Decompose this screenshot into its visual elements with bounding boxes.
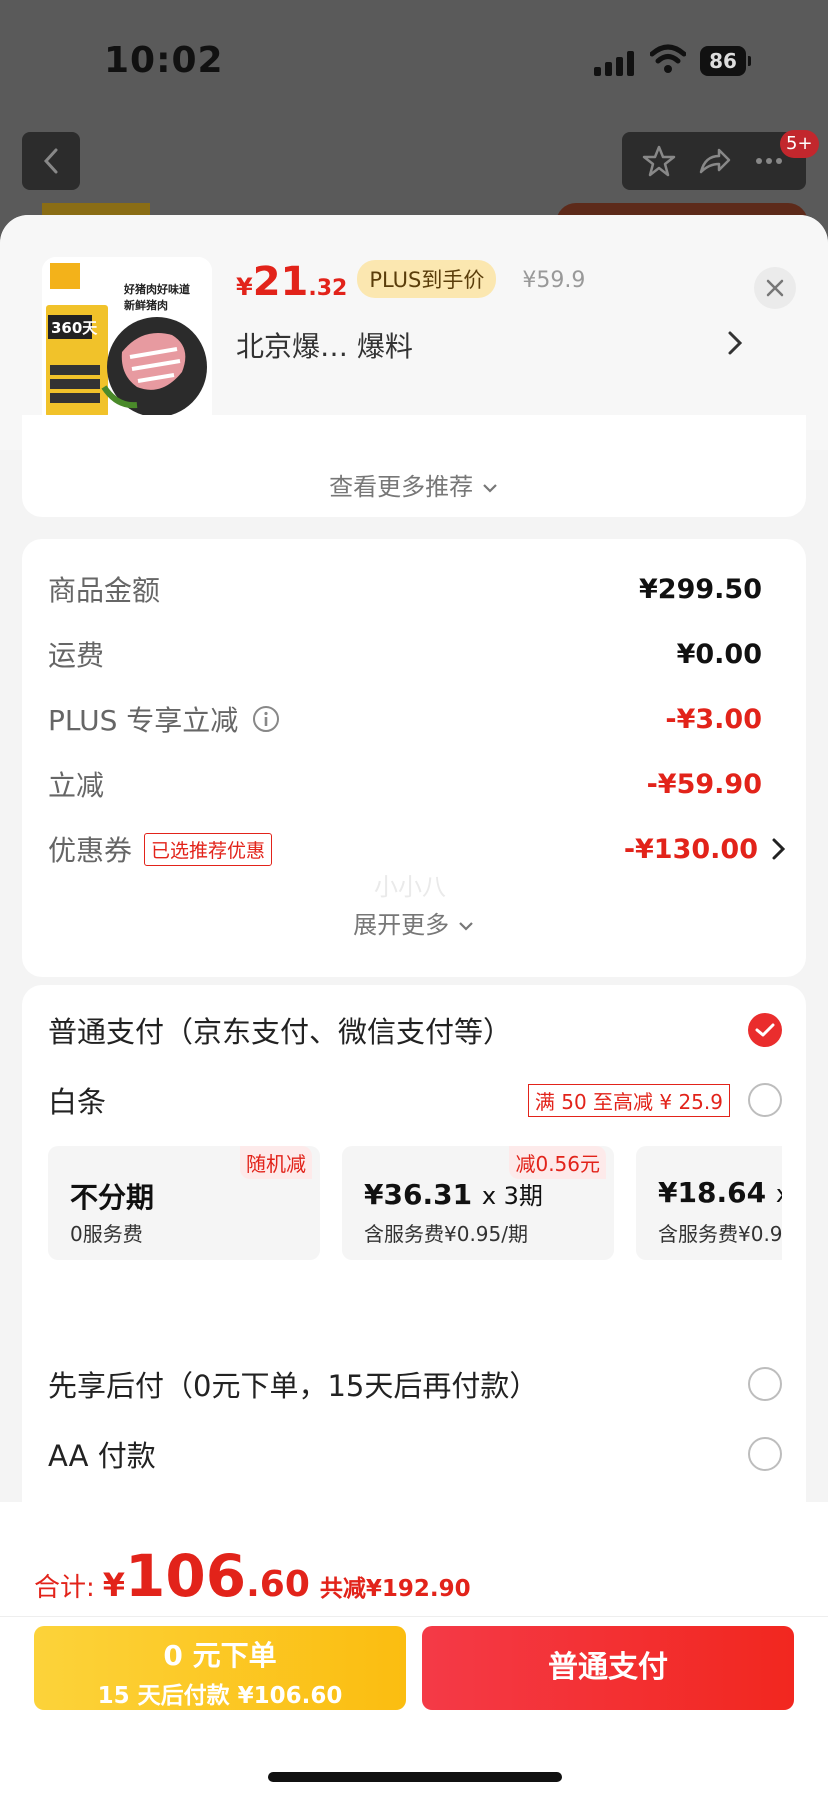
total-decimal: .60 (246, 1564, 310, 1605)
installment-options[interactable]: 随机减 不分期 0服务费 减0.56元 ¥36.31 x 3期 含服务费¥0.9… (48, 1142, 782, 1260)
chevron-left-icon (43, 148, 58, 174)
product-thumbnail: 360天 好猪肉好味道 新鲜猪肉 (42, 257, 212, 427)
chevron-down-icon (459, 922, 473, 931)
recommend-card: 查看更多推荐 (22, 415, 806, 517)
amount-value: ¥0.00 (676, 638, 762, 670)
amount-label: 优惠券 (48, 834, 133, 867)
amount-value: -¥3.00 (665, 703, 762, 735)
battery-indicator: 86 (700, 46, 751, 76)
amount-value: -¥130.00 (623, 833, 758, 865)
divider (0, 1616, 828, 1617)
total-line: 合计: ¥ 106 .60 共减¥192.90 (34, 1542, 471, 1610)
pay-option-later[interactable]: 先享后付（0元下单，15天后再付款） (48, 1361, 782, 1407)
total-saved: 共减¥192.90 (319, 1576, 471, 1602)
close-icon (766, 279, 784, 297)
wifi-icon (650, 44, 686, 73)
chevron-right-icon[interactable] (722, 329, 746, 357)
expand-more-link[interactable]: 展开更多 (22, 905, 806, 940)
thumb-days: 360天 (51, 319, 98, 337)
amount-label: 运费 (48, 639, 105, 672)
close-button[interactable] (754, 267, 796, 309)
radio-unchecked[interactable] (748, 1367, 782, 1401)
pay-option-normal[interactable]: 普通支付（京东支付、微信支付等） (48, 1007, 782, 1053)
installment-badge: 减0.56元 (509, 1146, 606, 1179)
amount-row-shipping: 运费 ¥0.00 (48, 634, 788, 674)
total-symbol: ¥ (102, 1566, 126, 1604)
payment-card: 普通支付（京东支付、微信支付等） 白条 满 50 至高减 ¥ 25.9 随机减 … (22, 985, 806, 1585)
nav-actions (622, 132, 806, 190)
check-icon (755, 1023, 775, 1037)
amount-row-plus: PLUS 专享立减 -¥3.00 (48, 699, 788, 739)
installment-sub: 含服务费¥0.9 (658, 1222, 782, 1246)
installment-sub: 0服务费 (70, 1222, 143, 1246)
notification-badge: 5+ (780, 130, 819, 158)
baitiao-promo-tag: 满 50 至高减 ¥ 25.9 (527, 1083, 730, 1117)
installment-title: ¥18.64 x 6 (658, 1176, 782, 1209)
installment-card[interactable]: ¥18.64 x 6 含服务费¥0.9 (636, 1146, 782, 1260)
pay-option-aa[interactable]: AA 付款 (48, 1431, 782, 1477)
pay-option-label: 白条 (48, 1085, 107, 1119)
share-icon[interactable] (697, 144, 731, 178)
info-icon[interactable] (252, 705, 280, 733)
expand-more-label: 展开更多 (353, 911, 450, 939)
pay-option-label: 先享后付（0元下单，15天后再付款） (48, 1369, 539, 1403)
installment-amount: ¥18.64 (658, 1176, 767, 1209)
original-price: ¥59.9 (522, 268, 586, 293)
installment-card[interactable]: 随机减 不分期 0服务费 (48, 1146, 320, 1260)
chevron-right-icon[interactable] (768, 835, 788, 863)
installment-badge: 随机减 (240, 1146, 312, 1179)
amount-card: 商品金额 ¥299.50 运费 ¥0.00 PLUS 专享立减 -¥3.00 立… (22, 539, 806, 977)
back-button[interactable] (22, 132, 80, 190)
more-recommend-label: 查看更多推荐 (329, 473, 474, 501)
price-line: ¥ 21 .32 PLUS到手价 ¥59.9 (236, 259, 585, 306)
installment-card[interactable]: 减0.56元 ¥36.31 x 3期 含服务费¥0.95/期 (342, 1146, 614, 1260)
product-name[interactable]: 北京爆… 爆料 (236, 325, 413, 365)
watermark: 小小八 (374, 873, 446, 901)
status-time: 10:02 (104, 40, 224, 81)
amount-row-coupon[interactable]: 优惠券 已选推荐优惠 -¥130.00 (48, 829, 788, 869)
checkout-bar: 合计: ¥ 106 .60 共减¥192.90 0 元下单 15 天后付款 ¥1… (0, 1502, 828, 1796)
thumb-subline: 新鲜猪肉 (124, 298, 168, 312)
pay-option-label: AA 付款 (48, 1439, 156, 1473)
cellular-signal-icon (594, 50, 636, 76)
radio-unchecked[interactable] (748, 1437, 782, 1471)
amount-row-discount: 立减 -¥59.90 (48, 764, 788, 804)
total-label: 合计: (34, 1573, 95, 1603)
pay-later-line1: 0 元下单 (163, 1639, 277, 1672)
amount-value: ¥299.50 (639, 573, 762, 605)
total-integer: 106 (125, 1542, 247, 1610)
product-image: 360天 好猪肉好味道 新鲜猪肉 (42, 257, 212, 427)
chevron-down-icon (483, 484, 497, 493)
installment-times: x 3期 (481, 1182, 543, 1210)
amount-label: PLUS 专享立减 (48, 704, 239, 737)
home-indicator (268, 1772, 562, 1782)
thumb-headline: 好猪肉好味道 (123, 282, 190, 296)
installment-title: ¥36.31 x 3期 (364, 1176, 543, 1211)
amount-label: 商品金额 (48, 574, 161, 607)
installment-sub: 含服务费¥0.95/期 (364, 1222, 528, 1246)
installment-amount: ¥36.31 (364, 1178, 473, 1211)
price-symbol: ¥ (236, 273, 253, 301)
plus-price-tag: PLUS到手价 (357, 260, 497, 298)
star-icon[interactable] (642, 144, 676, 178)
status-bar: 10:02 86 (0, 0, 828, 120)
amount-value: -¥59.90 (646, 768, 762, 800)
pay-later-button[interactable]: 0 元下单 15 天后付款 ¥106.60 (34, 1626, 406, 1710)
pay-later-line2: 15 天后付款 ¥106.60 (97, 1683, 343, 1709)
normal-pay-button[interactable]: 普通支付 (422, 1626, 794, 1710)
amount-label: 立减 (48, 769, 105, 802)
coupon-tag: 已选推荐优惠 (144, 832, 273, 866)
amount-row-goods: 商品金额 ¥299.50 (48, 569, 788, 609)
installment-times: x 6 (776, 1180, 782, 1208)
more-recommend-link[interactable]: 查看更多推荐 (22, 467, 806, 502)
radio-unchecked[interactable] (748, 1083, 782, 1117)
pay-option-label: 普通支付（京东支付、微信支付等） (48, 1015, 513, 1049)
installment-title: 不分期 (70, 1181, 155, 1214)
pay-option-baitiao[interactable]: 白条 满 50 至高减 ¥ 25.9 (48, 1077, 782, 1123)
price-decimal: .32 (308, 276, 348, 301)
radio-checked[interactable] (748, 1013, 782, 1047)
price-integer: 21 (252, 259, 309, 305)
